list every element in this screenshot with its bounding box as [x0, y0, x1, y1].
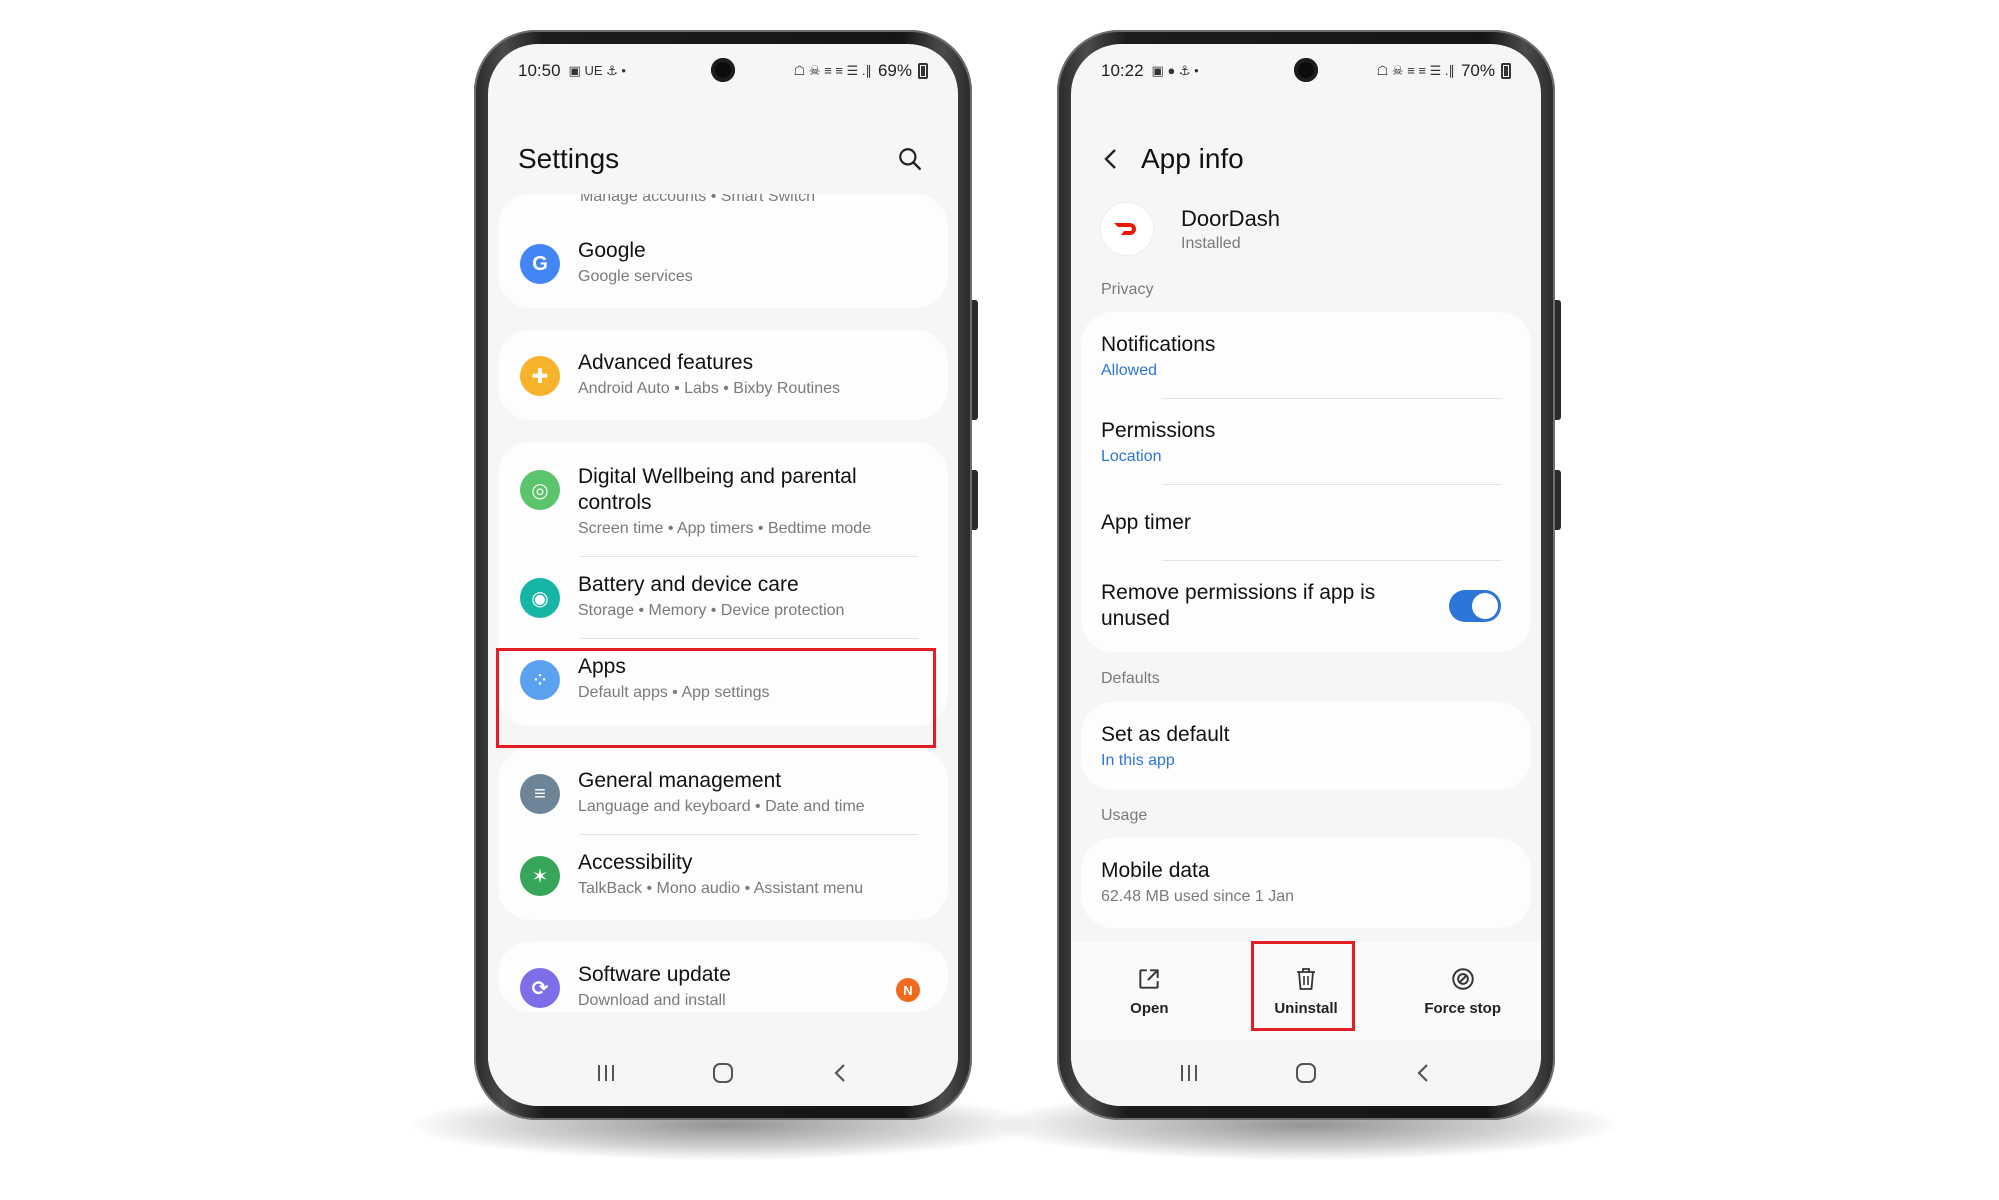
- force-stop-label: Force stop: [1424, 999, 1502, 1017]
- settings-card-general: ≡ General management Language and keyboa…: [498, 748, 948, 920]
- item-title: Battery and device care: [578, 573, 799, 596]
- remove-permissions-row[interactable]: Remove permissions if app is unused: [1081, 560, 1531, 652]
- nav-bar: [488, 1040, 958, 1106]
- settings-screen: 10:50 ▣ UE ⚓ • ☖ ☠ ≡ ≡ ☰ .∥ 69% Settings…: [488, 44, 958, 1106]
- section-privacy: Privacy: [1101, 281, 1154, 298]
- battery-icon: [918, 63, 928, 79]
- sliders-icon: ≡: [520, 774, 560, 814]
- software-update-icon: ⟳: [520, 968, 560, 1008]
- battery-percent: 70%: [1460, 61, 1495, 80]
- settings-item-general-management[interactable]: ≡ General management Language and keyboa…: [498, 748, 948, 834]
- status-system-icons: ☖ ☠ ≡ ≡ ☰ .∥: [1376, 63, 1455, 78]
- settings-item-google[interactable]: G Google Google services: [498, 212, 948, 308]
- volume-button: [972, 470, 978, 530]
- google-icon: G: [520, 244, 560, 284]
- defaults-card: Set as default In this app: [1081, 702, 1531, 790]
- front-camera: [711, 58, 735, 82]
- app-install-status: Installed: [1181, 234, 1241, 252]
- status-time: 10:50: [518, 61, 561, 80]
- accessibility-icon: ✶: [520, 856, 560, 896]
- volume-button: [1555, 470, 1561, 530]
- settings-item-advanced-features[interactable]: ✚ Advanced features Android Auto • Labs …: [498, 330, 948, 420]
- back-nav-icon[interactable]: [820, 1053, 860, 1093]
- item-subtitle: Language and keyboard • Date and time: [578, 798, 865, 815]
- permissions-row[interactable]: Permissions Location: [1081, 398, 1531, 484]
- front-camera: [1294, 58, 1318, 82]
- battery-icon: [1501, 63, 1511, 79]
- notifications-status: Allowed: [1101, 362, 1158, 379]
- item-title: Accessibility: [578, 851, 693, 874]
- search-icon[interactable]: [892, 141, 928, 177]
- settings-item-software-update[interactable]: ⟳ Software update Download and install N: [498, 942, 948, 1012]
- power-button: [1555, 300, 1561, 420]
- open-external-icon: [1139, 968, 1159, 989]
- settings-item-battery-device-care[interactable]: ◉ Battery and device care Storage • Memo…: [498, 556, 948, 638]
- power-button: [972, 300, 978, 420]
- settings-card-update: ⟳ Software update Download and install N: [498, 942, 948, 1012]
- page-title: Settings: [518, 143, 620, 174]
- item-subtitle: Storage • Memory • Device protection: [578, 602, 845, 619]
- item-subtitle: Android Auto • Labs • Bixby Routines: [578, 380, 841, 397]
- status-notification-icons: ▣ UE ⚓ •: [568, 63, 626, 78]
- item-subtitle: Google services: [578, 268, 693, 285]
- status-notification-icons: ▣ ● ⚓ •: [1151, 63, 1199, 78]
- usage-card: Mobile data 62.48 MB used since 1 Jan: [1081, 838, 1531, 928]
- item-title: Digital Wellbeing and parental controls: [578, 465, 857, 514]
- new-badge: N: [896, 978, 920, 1002]
- recents-icon[interactable]: [1169, 1053, 1209, 1093]
- item-title: Advanced features: [578, 351, 754, 374]
- uninstall-highlight-box: [1251, 941, 1355, 1031]
- section-usage: Usage: [1101, 807, 1148, 824]
- force-stop-icon: [1451, 967, 1474, 990]
- status-system-icons: ☖ ☠ ≡ ≡ ☰ .∥: [793, 63, 872, 78]
- home-icon[interactable]: [1286, 1053, 1326, 1093]
- wellbeing-icon: ◎: [520, 470, 560, 510]
- home-icon[interactable]: [703, 1053, 743, 1093]
- item-title: Remove permissions if app is unused: [1101, 581, 1376, 630]
- settings-item-digital-wellbeing[interactable]: ◎ Digital Wellbeing and parental control…: [498, 442, 948, 556]
- remove-permissions-toggle[interactable]: [1449, 590, 1501, 622]
- settings-card-accounts: Manage accounts • Smart Switch G Google …: [498, 194, 948, 308]
- set-default-status: In this app: [1101, 752, 1175, 769]
- settings-card-advanced: ✚ Advanced features Android Auto • Labs …: [498, 330, 948, 420]
- section-defaults: Defaults: [1101, 670, 1160, 687]
- status-time: 10:22: [1101, 61, 1144, 80]
- notifications-row[interactable]: Notifications Allowed: [1081, 312, 1531, 398]
- app-timer-row[interactable]: App timer: [1081, 484, 1531, 560]
- item-title: Mobile data: [1101, 859, 1210, 882]
- privacy-card: Notifications Allowed Permissions Locati…: [1081, 312, 1531, 652]
- cut-off-row: Manage accounts • Smart Switch: [580, 194, 816, 205]
- item-subtitle: Screen time • App timers • Bedtime mode: [578, 520, 872, 537]
- gear-plus-icon: ✚: [520, 356, 560, 396]
- item-subtitle: TalkBack • Mono audio • Assistant menu: [578, 880, 864, 897]
- mobile-data-usage: 62.48 MB used since 1 Jan: [1101, 888, 1295, 905]
- item-title: Set as default: [1101, 723, 1230, 746]
- item-subtitle: Download and install: [578, 992, 726, 1009]
- back-nav-icon[interactable]: [1403, 1053, 1443, 1093]
- open-label: Open: [1130, 999, 1169, 1017]
- open-button[interactable]: Open: [1071, 966, 1228, 1017]
- set-as-default-row[interactable]: Set as default In this app: [1081, 702, 1531, 790]
- apps-highlight-box: [496, 648, 936, 748]
- item-title: Permissions: [1101, 419, 1216, 442]
- back-arrow-icon[interactable]: [1091, 139, 1131, 179]
- item-title: Notifications: [1101, 333, 1216, 356]
- app-header: DoorDash Installed: [1101, 194, 1511, 264]
- permissions-status: Location: [1101, 448, 1162, 465]
- item-title: App timer: [1101, 511, 1191, 534]
- device-care-icon: ◉: [520, 578, 560, 618]
- recents-icon[interactable]: [586, 1053, 626, 1093]
- item-title: Google: [578, 239, 646, 262]
- phone-left: 10:50 ▣ UE ⚓ • ☖ ☠ ≡ ≡ ☰ .∥ 69% Settings…: [474, 30, 978, 1120]
- settings-item-accessibility[interactable]: ✶ Accessibility TalkBack • Mono audio • …: [498, 834, 948, 920]
- item-title: Software update: [578, 963, 731, 986]
- mobile-data-row[interactable]: Mobile data 62.48 MB used since 1 Jan: [1081, 838, 1531, 928]
- battery-percent: 69%: [877, 61, 912, 80]
- doordash-logo-icon: [1101, 203, 1153, 255]
- item-title: General management: [578, 769, 782, 792]
- app-name: DoorDash: [1181, 205, 1281, 231]
- force-stop-button[interactable]: Force stop: [1384, 966, 1541, 1017]
- page-title: App info: [1141, 143, 1244, 174]
- nav-bar: [1071, 1040, 1541, 1106]
